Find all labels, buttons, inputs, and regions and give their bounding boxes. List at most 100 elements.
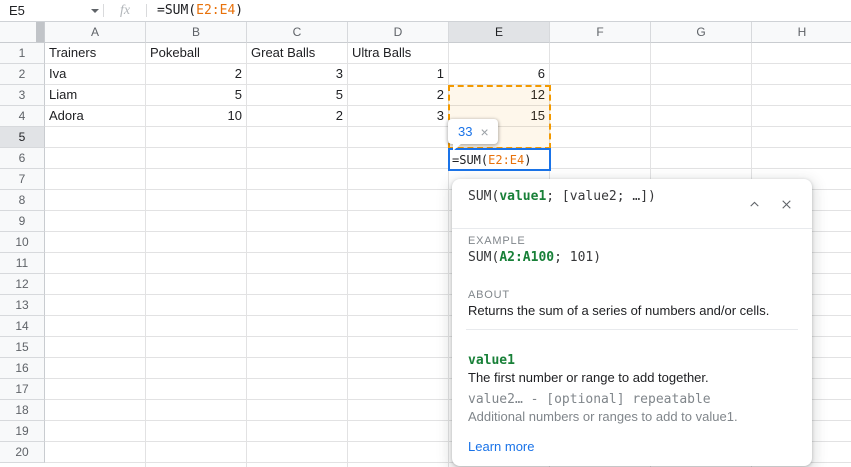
cell-B4[interactable]: 10 bbox=[146, 106, 247, 127]
cell-B6[interactable] bbox=[146, 148, 247, 169]
cell-D20[interactable] bbox=[348, 442, 449, 463]
cell-C15[interactable] bbox=[247, 337, 348, 358]
cell-A8[interactable] bbox=[45, 190, 146, 211]
cell-A1[interactable]: Trainers bbox=[45, 43, 146, 64]
cell-A15[interactable] bbox=[45, 337, 146, 358]
cell-C9[interactable] bbox=[247, 211, 348, 232]
learn-more-link[interactable]: Learn more bbox=[468, 438, 534, 455]
cell-A18[interactable] bbox=[45, 400, 146, 421]
cell-C16[interactable] bbox=[247, 358, 348, 379]
cell-B15[interactable] bbox=[146, 337, 247, 358]
cell-A17[interactable] bbox=[45, 379, 146, 400]
cell-D18[interactable] bbox=[348, 400, 449, 421]
cell-C7[interactable] bbox=[247, 169, 348, 190]
cell-H3[interactable] bbox=[752, 85, 851, 106]
cell-D16[interactable] bbox=[348, 358, 449, 379]
cell-B13[interactable] bbox=[146, 295, 247, 316]
cell-E3[interactable]: 12 bbox=[449, 85, 550, 106]
cell-C10[interactable] bbox=[247, 232, 348, 253]
cell-B16[interactable] bbox=[146, 358, 247, 379]
cell-B17[interactable] bbox=[146, 379, 247, 400]
cell-D11[interactable] bbox=[348, 253, 449, 274]
cell-D10[interactable] bbox=[348, 232, 449, 253]
cell-A9[interactable] bbox=[45, 211, 146, 232]
cell-D9[interactable] bbox=[348, 211, 449, 232]
column-header-B[interactable]: B bbox=[146, 22, 247, 43]
cell-C17[interactable] bbox=[247, 379, 348, 400]
cell-F6[interactable] bbox=[550, 148, 651, 169]
cell-E1[interactable] bbox=[449, 43, 550, 64]
cell-D21[interactable] bbox=[348, 463, 449, 467]
column-header-D[interactable]: D bbox=[348, 22, 449, 43]
cell-C13[interactable] bbox=[247, 295, 348, 316]
cell-D12[interactable] bbox=[348, 274, 449, 295]
cell-A2[interactable]: Iva bbox=[45, 64, 146, 85]
cell-G6[interactable] bbox=[651, 148, 752, 169]
cell-C3[interactable]: 5 bbox=[247, 85, 348, 106]
cell-B5[interactable] bbox=[146, 127, 247, 148]
cell-D6[interactable] bbox=[348, 148, 449, 169]
row-header-1[interactable]: 1 bbox=[0, 43, 45, 64]
cell-D14[interactable] bbox=[348, 316, 449, 337]
cell-C11[interactable] bbox=[247, 253, 348, 274]
row-header-2[interactable]: 2 bbox=[0, 64, 45, 85]
cell-G1[interactable] bbox=[651, 43, 752, 64]
cell-A4[interactable]: Adora bbox=[45, 106, 146, 127]
cell-G4[interactable] bbox=[651, 106, 752, 127]
cell-B20[interactable] bbox=[146, 442, 247, 463]
cell-B8[interactable] bbox=[146, 190, 247, 211]
close-icon[interactable]: × bbox=[480, 125, 488, 139]
row-header-14[interactable]: 14 bbox=[0, 316, 45, 337]
cell-C14[interactable] bbox=[247, 316, 348, 337]
cell-D13[interactable] bbox=[348, 295, 449, 316]
cell-B3[interactable]: 5 bbox=[146, 85, 247, 106]
cell-D8[interactable] bbox=[348, 190, 449, 211]
cell-B7[interactable] bbox=[146, 169, 247, 190]
cell-B18[interactable] bbox=[146, 400, 247, 421]
row-header-4[interactable]: 4 bbox=[0, 106, 45, 127]
cell-H6[interactable] bbox=[752, 148, 851, 169]
cell-B1[interactable]: Pokeball bbox=[146, 43, 247, 64]
cell-C2[interactable]: 3 bbox=[247, 64, 348, 85]
cell-H5[interactable] bbox=[752, 127, 851, 148]
row-header-8[interactable]: 8 bbox=[0, 190, 45, 211]
cell-D5[interactable] bbox=[348, 127, 449, 148]
cell-B12[interactable] bbox=[146, 274, 247, 295]
cell-C19[interactable] bbox=[247, 421, 348, 442]
cell-B9[interactable] bbox=[146, 211, 247, 232]
row-header-9[interactable]: 9 bbox=[0, 211, 45, 232]
formula-input[interactable]: =SUM(E2:E4) bbox=[147, 0, 851, 21]
collapse-button[interactable] bbox=[742, 194, 766, 214]
cell-D7[interactable] bbox=[348, 169, 449, 190]
cell-F2[interactable] bbox=[550, 64, 651, 85]
cell-A11[interactable] bbox=[45, 253, 146, 274]
cell-A16[interactable] bbox=[45, 358, 146, 379]
cell-A5[interactable] bbox=[45, 127, 146, 148]
cell-F4[interactable] bbox=[550, 106, 651, 127]
cell-C20[interactable] bbox=[247, 442, 348, 463]
row-header-17[interactable]: 17 bbox=[0, 379, 45, 400]
column-header-A[interactable]: A bbox=[45, 22, 146, 43]
cell-B14[interactable] bbox=[146, 316, 247, 337]
name-box[interactable]: E5 bbox=[0, 0, 86, 21]
cell-D17[interactable] bbox=[348, 379, 449, 400]
cell-H4[interactable] bbox=[752, 106, 851, 127]
column-header-G[interactable]: G bbox=[651, 22, 752, 43]
row-header-16[interactable]: 16 bbox=[0, 358, 45, 379]
row-header-3[interactable]: 3 bbox=[0, 85, 45, 106]
name-box-dropdown[interactable] bbox=[86, 9, 103, 13]
row-header-5[interactable]: 5 bbox=[0, 127, 45, 148]
cell-E2[interactable]: 6 bbox=[449, 64, 550, 85]
cell-D3[interactable]: 2 bbox=[348, 85, 449, 106]
cell-F3[interactable] bbox=[550, 85, 651, 106]
cell-A6[interactable] bbox=[45, 148, 146, 169]
editing-cell-e5[interactable]: =SUM(E2:E4) bbox=[448, 148, 551, 171]
cell-A12[interactable] bbox=[45, 274, 146, 295]
column-header-C[interactable]: C bbox=[247, 22, 348, 43]
cell-C4[interactable]: 2 bbox=[247, 106, 348, 127]
cell-F5[interactable] bbox=[550, 127, 651, 148]
column-header-H[interactable]: H bbox=[752, 22, 851, 43]
cell-D19[interactable] bbox=[348, 421, 449, 442]
cell-C1[interactable]: Great Balls bbox=[247, 43, 348, 64]
row-header-19[interactable]: 19 bbox=[0, 421, 45, 442]
